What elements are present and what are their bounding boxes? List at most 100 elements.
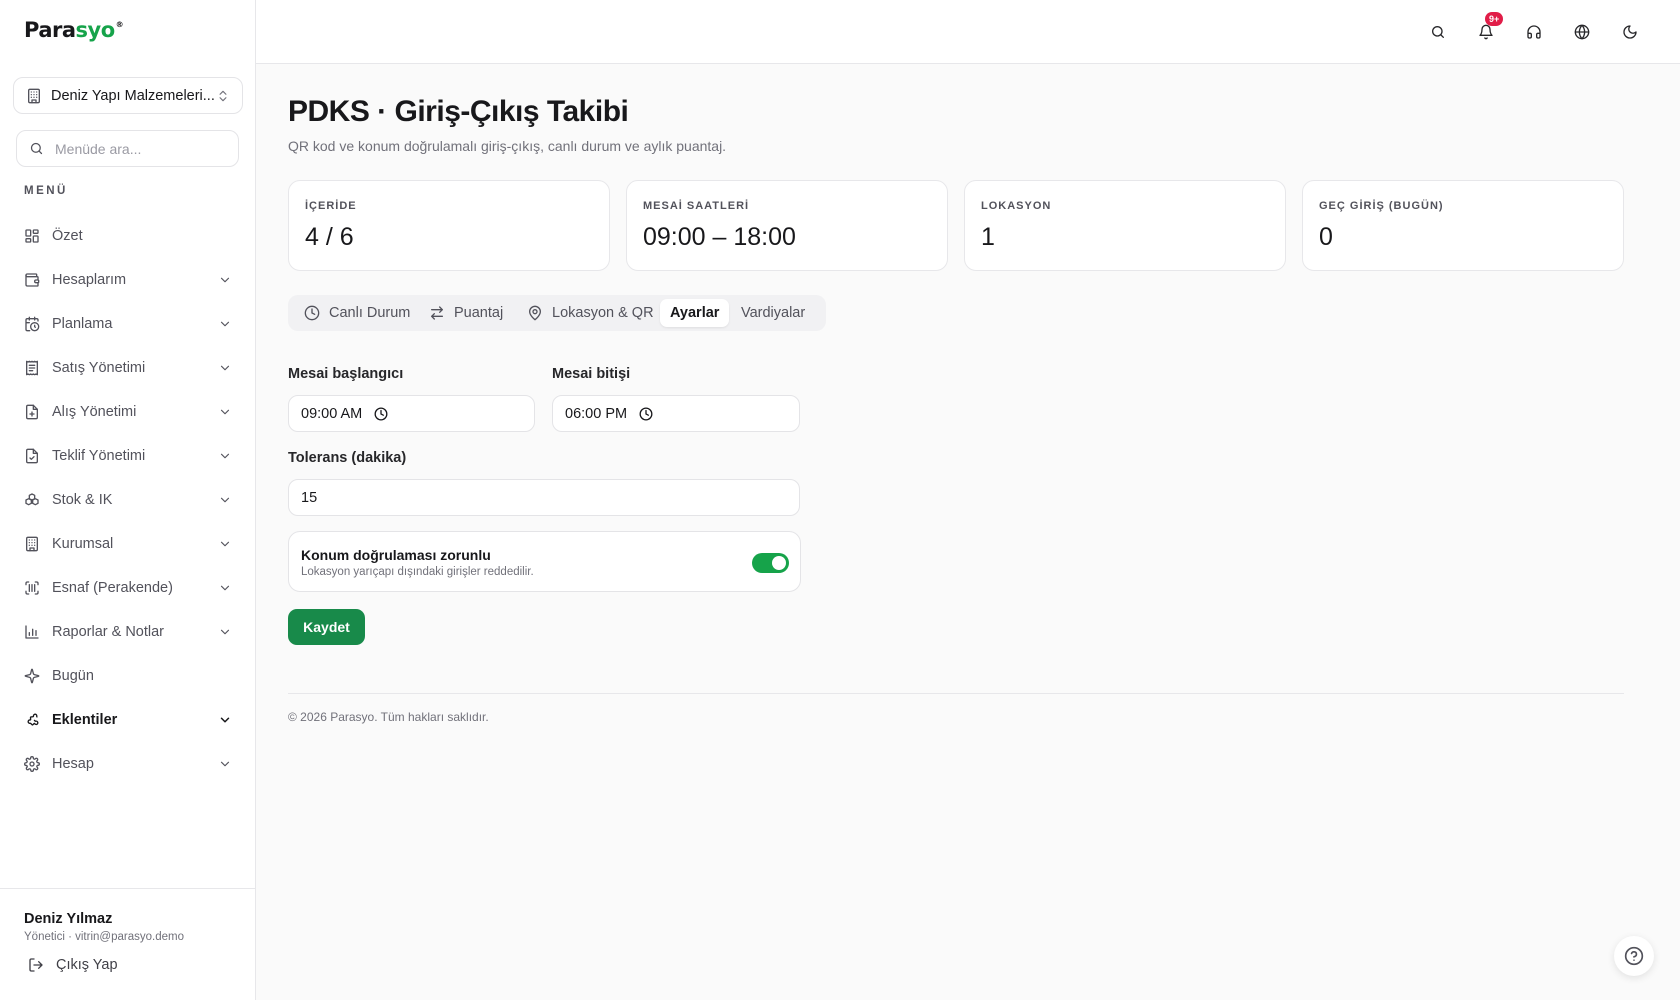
stat-label: LOKASYON xyxy=(981,200,1052,212)
sparkles-icon xyxy=(24,668,40,684)
sidebar-item-1[interactable]: Hesaplarım xyxy=(0,258,256,302)
brand-logo[interactable]: Para syo ® xyxy=(24,18,124,46)
search-icon xyxy=(30,142,43,155)
sidebar-item-10[interactable]: Bugün xyxy=(0,654,256,698)
chevron-down-icon xyxy=(218,537,232,551)
end-time-input[interactable]: 06:00 PM xyxy=(552,395,800,432)
puzzle-icon xyxy=(24,712,40,728)
sidebar-item-label: Eklentiler xyxy=(52,712,118,728)
sidebar-item-label: Esnaf (Perakende) xyxy=(52,580,173,596)
tab-label: Canlı Durum xyxy=(329,305,411,321)
support-button[interactable] xyxy=(1520,18,1548,46)
tab-label: Puantaj xyxy=(454,305,504,321)
sidebar-item-label: Planlama xyxy=(52,316,113,332)
sidebar-item-label: Bugün xyxy=(52,668,94,684)
save-button[interactable]: Kaydet xyxy=(288,609,365,645)
file-check-icon xyxy=(24,448,40,464)
company-switcher[interactable]: Deniz Yapı Malzemeleri... xyxy=(13,77,243,114)
tab-location-qr[interactable]: Lokasyon & QR xyxy=(517,299,664,327)
sidebar-item-label: Satış Yönetimi xyxy=(52,360,146,376)
sidebar-item-2[interactable]: Planlama xyxy=(0,302,256,346)
bar-chart-icon xyxy=(24,624,40,640)
menu-search[interactable] xyxy=(16,130,239,167)
tab-settings[interactable]: Ayarlar xyxy=(660,299,730,327)
sidebar-item-7[interactable]: Kurumsal xyxy=(0,522,256,566)
dashboard-icon xyxy=(24,228,40,244)
sidebar-item-label: Stok & IK xyxy=(52,492,113,508)
file-plus-icon xyxy=(24,404,40,420)
chevron-down-icon xyxy=(218,273,232,287)
tab-label: Lokasyon & QR xyxy=(552,305,654,321)
tab-bar: Canlı Durum Puantaj Lokasyon & QR Ayarla… xyxy=(288,295,826,331)
chevron-down-icon xyxy=(218,361,232,375)
menu-search-input[interactable] xyxy=(55,140,225,157)
building-icon xyxy=(28,88,40,103)
logout-button[interactable]: Çıkış Yap xyxy=(28,957,118,973)
sidebar-item-label: Özet xyxy=(52,228,83,244)
tab-shifts[interactable]: Vardiyalar xyxy=(731,299,815,327)
sidebar-item-3[interactable]: Satış Yönetimi xyxy=(0,346,256,390)
chevron-down-icon xyxy=(218,581,232,595)
sidebar-item-12[interactable]: Hesap xyxy=(0,742,256,786)
chevron-down-icon xyxy=(218,405,232,419)
clock-icon xyxy=(304,305,320,321)
sidebar: Para syo ® Deniz Yapı Malzemeleri... MENÜ … xyxy=(0,0,256,1000)
sidebar-item-0[interactable]: Özet xyxy=(0,214,256,258)
map-pin-icon xyxy=(527,305,543,321)
sidebar-item-label: Alış Yönetimi xyxy=(52,404,137,420)
building-icon xyxy=(24,536,40,552)
search-button[interactable] xyxy=(1424,18,1452,46)
location-verification-toggle[interactable] xyxy=(752,553,789,573)
calendar-clock-icon xyxy=(24,316,40,332)
location-toggle-description: Lokasyon yarıçapı dışındaki girişler red… xyxy=(301,566,534,578)
language-button[interactable] xyxy=(1568,18,1596,46)
sidebar-item-4[interactable]: Alış Yönetimi xyxy=(0,390,256,434)
chevron-down-icon xyxy=(218,625,232,639)
stat-label: GEÇ GİRİŞ (BUGÜN) xyxy=(1319,200,1444,212)
stat-label: MESAİ SAATLERİ xyxy=(643,200,750,212)
sidebar-item-6[interactable]: Stok & IK xyxy=(0,478,256,522)
sidebar-item-label: Raporlar & Notlar xyxy=(52,624,165,640)
globe-icon xyxy=(1574,24,1590,40)
tab-label: Vardiyalar xyxy=(741,305,806,321)
start-time-value: 09:00 AM xyxy=(301,405,363,422)
theme-toggle-button[interactable] xyxy=(1616,18,1644,46)
tolerance-input[interactable]: 15 xyxy=(288,479,800,516)
sidebar-item-label: Hesap xyxy=(52,756,94,772)
headset-icon xyxy=(1527,25,1541,39)
sidebar-item-label: Hesaplarım xyxy=(52,272,127,288)
receipt-icon xyxy=(24,360,40,376)
chevron-down-icon xyxy=(218,493,232,507)
arrows-swap-icon xyxy=(429,305,445,321)
help-button[interactable] xyxy=(1614,936,1654,976)
toggle-knob xyxy=(772,556,786,570)
tolerance-label: Tolerans (dakika) xyxy=(288,450,407,466)
chevron-down-icon xyxy=(218,449,232,463)
start-time-input[interactable]: 09:00 AM xyxy=(288,395,535,432)
brand-name-part1: Para xyxy=(24,18,76,42)
sidebar-nav: Özet Hesaplarım Planlama Satış Yönetimi Alış… xyxy=(0,214,256,786)
footer-copyright: © 2026 Parasyo. Tüm hakları saklıdır. xyxy=(288,710,489,724)
clock-icon[interactable] xyxy=(374,407,388,421)
page-subtitle: QR kod ve konum doğrulamalı giriş-çıkış,… xyxy=(288,138,727,154)
sidebar-item-8[interactable]: Esnaf (Perakende) xyxy=(0,566,256,610)
notification-badge: 9+ xyxy=(1485,12,1504,26)
user-subtitle: Yönetici · vitrin@parasyo.demo xyxy=(24,931,184,943)
stat-card-work-hours: MESAİ SAATLERİ 09:00 – 18:00 xyxy=(626,180,948,271)
tab-timesheet[interactable]: Puantaj xyxy=(419,299,513,327)
topbar xyxy=(256,0,1680,64)
tab-live-status[interactable]: Canlı Durum xyxy=(294,299,420,327)
start-time-label: Mesai başlangıcı xyxy=(288,366,404,382)
sidebar-item-9[interactable]: Raporlar & Notlar xyxy=(0,610,256,654)
sidebar-item-label: Kurumsal xyxy=(52,536,114,552)
chevron-down-icon xyxy=(218,317,232,331)
user-block: Deniz Yılmaz Yönetici · vitrin@parasyo.d… xyxy=(0,888,256,1000)
clock-icon[interactable] xyxy=(639,407,653,421)
chevrons-up-down-icon xyxy=(219,90,227,101)
sidebar-item-11[interactable]: Eklentiler xyxy=(0,698,256,742)
page-title: PDKS · Giriş-Çıkış Takibi xyxy=(288,95,629,128)
location-verification-card: Konum doğrulaması zorunlu Lokasyon yarıç… xyxy=(288,531,801,592)
end-time-label: Mesai bitişi xyxy=(552,366,631,382)
search-icon xyxy=(1432,26,1444,38)
sidebar-item-5[interactable]: Teklif Yönetimi xyxy=(0,434,256,478)
